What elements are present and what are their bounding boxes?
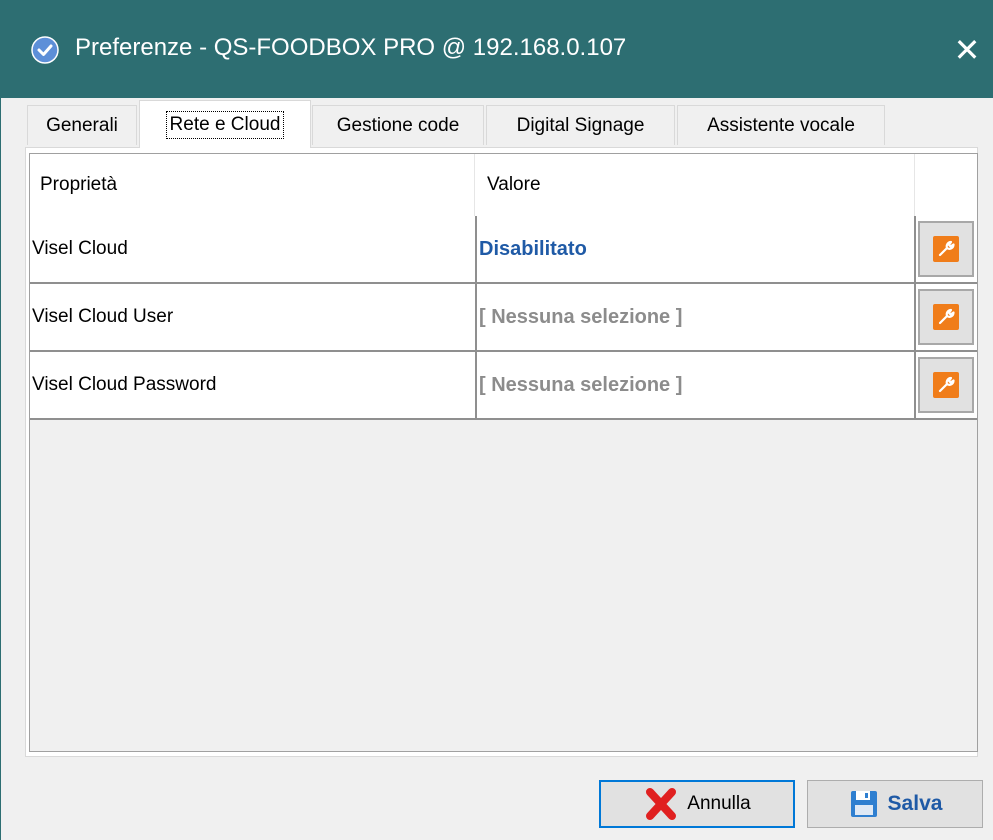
table-row[interactable]: Visel Cloud User [ Nessuna selezione ] xyxy=(30,284,977,352)
tab-label: Rete e Cloud xyxy=(165,110,285,139)
column-divider xyxy=(914,352,916,418)
edit-property-button[interactable] xyxy=(918,357,974,413)
tab-gestione-code[interactable]: Gestione code xyxy=(312,105,484,145)
cancel-x-icon xyxy=(646,788,677,820)
tab-label: Gestione code xyxy=(336,114,460,136)
preferences-window: Preferenze - QS-FOODBOX PRO @ 192.168.0.… xyxy=(0,0,993,840)
column-divider xyxy=(475,216,477,282)
close-icon: ✕ xyxy=(953,32,981,68)
tab-panel: Proprietà Valore Visel Cloud Disabilitat… xyxy=(25,147,978,757)
property-grid: Proprietà Valore Visel Cloud Disabilitat… xyxy=(29,153,978,752)
header-value[interactable]: Valore xyxy=(477,154,913,216)
wrench-icon xyxy=(933,236,959,262)
property-name: Visel Cloud User xyxy=(32,306,174,327)
tab-rete-e-cloud[interactable]: Rete e Cloud xyxy=(139,100,311,148)
column-divider xyxy=(475,352,477,418)
tab-generali[interactable]: Generali xyxy=(27,105,137,145)
tab-assistente-vocale[interactable]: Assistente vocale xyxy=(677,105,885,145)
edit-property-button[interactable] xyxy=(918,221,974,277)
edit-property-button[interactable] xyxy=(918,289,974,345)
property-value: Disabilitato xyxy=(479,237,587,260)
property-value: [ Nessuna selezione ] xyxy=(479,305,683,328)
header-property[interactable]: Proprietà xyxy=(30,154,474,216)
tab-label: Generali xyxy=(46,114,118,136)
column-divider xyxy=(914,216,916,282)
cancel-button[interactable]: Annulla xyxy=(599,780,795,828)
title-bar[interactable]: Preferenze - QS-FOODBOX PRO @ 192.168.0.… xyxy=(1,0,993,98)
header-divider xyxy=(474,154,475,216)
tab-label: Assistente vocale xyxy=(707,114,855,136)
window-title: Preferenze - QS-FOODBOX PRO @ 192.168.0.… xyxy=(75,34,627,61)
wrench-icon xyxy=(933,372,959,398)
save-button-label: Salva xyxy=(887,792,943,815)
tab-label: Digital Signage xyxy=(516,114,645,136)
table-row[interactable]: Visel Cloud Password [ Nessuna selezione… xyxy=(30,352,977,420)
property-name: Visel Cloud xyxy=(32,238,128,259)
grid-header: Proprietà Valore xyxy=(30,154,977,216)
header-divider xyxy=(914,154,915,216)
column-divider xyxy=(475,284,477,350)
close-button[interactable]: ✕ xyxy=(945,28,989,72)
property-name: Visel Cloud Password xyxy=(32,374,217,395)
wrench-icon xyxy=(933,304,959,330)
property-value: [ Nessuna selezione ] xyxy=(479,373,683,396)
table-row[interactable]: Visel Cloud Disabilitato xyxy=(30,216,977,284)
app-badge-icon xyxy=(31,36,59,64)
column-divider xyxy=(914,284,916,350)
cancel-button-label: Annulla xyxy=(687,793,751,814)
save-button[interactable]: Salva xyxy=(807,780,983,828)
floppy-disk-icon xyxy=(850,791,877,817)
tab-digital-signage[interactable]: Digital Signage xyxy=(486,105,675,145)
